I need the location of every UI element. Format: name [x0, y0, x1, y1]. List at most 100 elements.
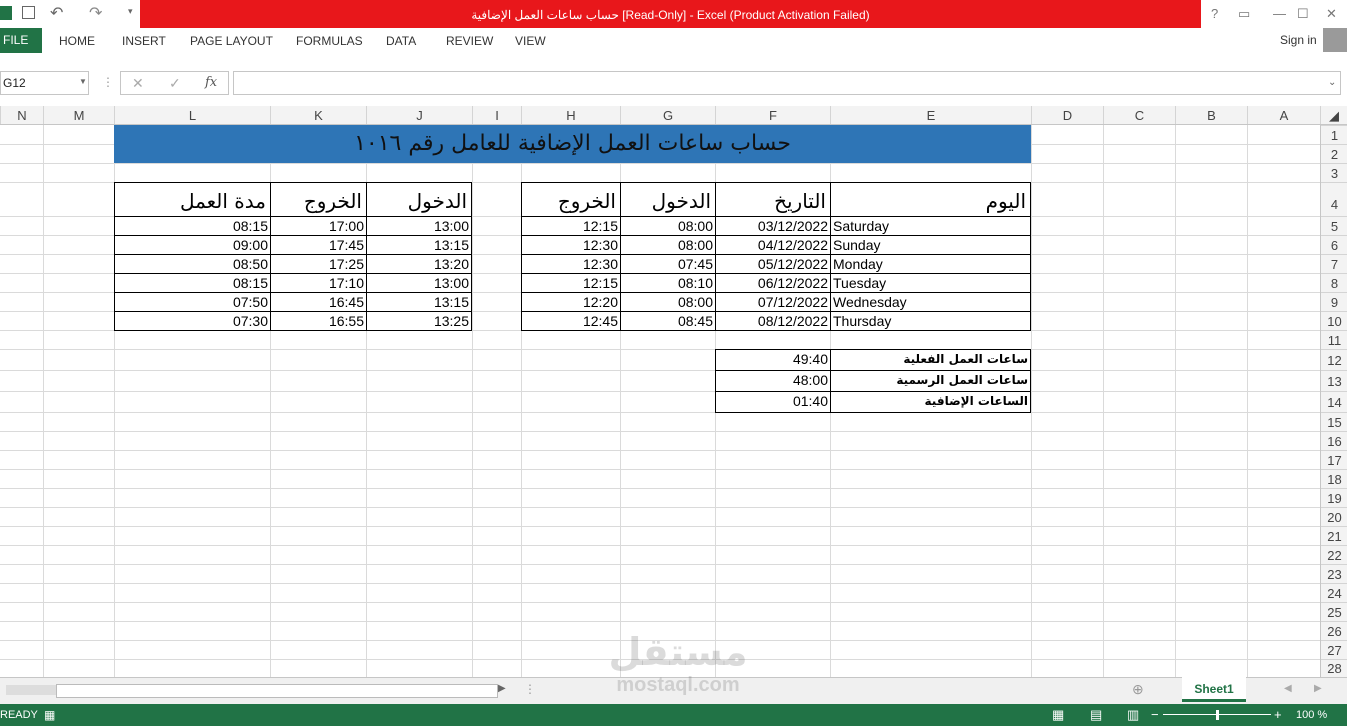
summary-value-cell[interactable]: 48:00	[715, 370, 831, 392]
row-header[interactable]: 17	[1321, 450, 1347, 469]
right-table-cell[interactable]: 08:45	[620, 311, 716, 331]
column-header-h[interactable]: H	[521, 106, 620, 124]
right-table-cell[interactable]: Tuesday	[830, 273, 1031, 293]
right-table-cell[interactable]: 08:00	[620, 292, 716, 312]
left-table-cell[interactable]: 13:00	[366, 216, 472, 236]
row-header[interactable]: 14	[1321, 391, 1347, 412]
row-header[interactable]: 24	[1321, 583, 1347, 602]
tab-file[interactable]: FILE	[0, 28, 42, 53]
row-header[interactable]: 21	[1321, 526, 1347, 545]
right-table-cell[interactable]: Monday	[830, 254, 1031, 274]
row-header[interactable]: 3	[1321, 163, 1347, 182]
row-header[interactable]: 9	[1321, 292, 1347, 311]
right-table-cell[interactable]: 12:20	[521, 292, 621, 312]
next-sheet-icon[interactable]: ▶	[1314, 683, 1322, 694]
tab-data[interactable]: DATA	[386, 34, 416, 48]
left-table-cell[interactable]: 08:15	[114, 273, 271, 293]
row-header[interactable]: 7	[1321, 254, 1347, 273]
right-table-cell[interactable]: 03/12/2022	[715, 216, 831, 236]
row-header[interactable]: 23	[1321, 564, 1347, 583]
left-table-cell[interactable]: 17:45	[270, 235, 367, 255]
zoom-out-icon[interactable]: −	[1151, 704, 1159, 726]
insert-function-icon[interactable]: fx	[205, 75, 217, 90]
column-header-f[interactable]: F	[715, 106, 830, 124]
left-table-cell[interactable]: 07:30	[114, 311, 271, 331]
help-button[interactable]: ?	[1211, 6, 1218, 21]
normal-view-icon[interactable]: ▦	[1052, 704, 1064, 726]
column-header-g[interactable]: G	[620, 106, 715, 124]
sheet-nav-area[interactable]	[6, 685, 56, 695]
right-table-cell[interactable]: 04/12/2022	[715, 235, 831, 255]
splitter-icon[interactable]: ⋮	[524, 682, 536, 696]
row-header[interactable]: 19	[1321, 488, 1347, 507]
row-header[interactable]: 26	[1321, 621, 1347, 640]
summary-label-cell[interactable]: ساعات العمل الفعلية	[830, 349, 1031, 371]
scroll-right-icon[interactable]: ▶	[498, 683, 506, 694]
left-table-cell[interactable]: 17:00	[270, 216, 367, 236]
sheet-tab-sheet1[interactable]: Sheet1	[1182, 677, 1246, 702]
right-table-cell[interactable]: 08:00	[620, 216, 716, 236]
left-table-cell[interactable]: 13:20	[366, 254, 472, 274]
close-icon[interactable]: ✕	[1326, 6, 1337, 22]
cancel-icon[interactable]: ✕	[132, 75, 144, 92]
row-header[interactable]: 20	[1321, 507, 1347, 526]
right-table-cell[interactable]: Thursday	[830, 311, 1031, 331]
left-table-cell[interactable]: 07:50	[114, 292, 271, 312]
right-table-cell[interactable]: 08/12/2022	[715, 311, 831, 331]
left-table-cell[interactable]: 16:55	[270, 311, 367, 331]
right-table-cell[interactable]: Saturday	[830, 216, 1031, 236]
sign-in-link[interactable]: Sign in	[1280, 33, 1317, 47]
row-header[interactable]: 25	[1321, 602, 1347, 621]
undo-icon[interactable]: ↶	[50, 3, 63, 23]
ribbon-display-icon[interactable]: ▭	[1238, 6, 1250, 22]
right-table-cell[interactable]: 12:30	[521, 254, 621, 274]
column-header-c[interactable]: C	[1103, 106, 1175, 124]
page-break-view-icon[interactable]: ▥	[1127, 704, 1139, 726]
left-table-header-cell[interactable]: الدخول	[366, 182, 472, 217]
tab-page-layout[interactable]: PAGE LAYOUT	[190, 34, 273, 48]
tab-home[interactable]: HOME	[59, 34, 95, 48]
row-header[interactable]: 13	[1321, 370, 1347, 391]
column-header-k[interactable]: K	[270, 106, 366, 124]
column-header-n[interactable]: N	[0, 106, 43, 124]
sheet-banner[interactable]: حساب ساعات العمل الإضافية للعامل رقم ١٠١…	[114, 125, 1031, 163]
summary-value-cell[interactable]: 49:40	[715, 349, 831, 371]
left-table-cell[interactable]: 13:00	[366, 273, 472, 293]
name-box-dropdown-icon[interactable]: ▼	[79, 77, 87, 86]
column-header-j[interactable]: J	[366, 106, 472, 124]
zoom-slider-thumb[interactable]	[1216, 710, 1219, 720]
row-header[interactable]: 5	[1321, 216, 1347, 235]
row-header[interactable]: 18	[1321, 469, 1347, 488]
right-table-cell[interactable]: 08:10	[620, 273, 716, 293]
row-header[interactable]: 12	[1321, 349, 1347, 370]
row-header[interactable]: 2	[1321, 144, 1347, 163]
tab-insert[interactable]: INSERT	[122, 34, 166, 48]
left-table-header-cell[interactable]: مدة العمل	[114, 182, 271, 217]
right-table-header-cell[interactable]: اليوم	[830, 182, 1031, 217]
summary-label-cell[interactable]: الساعات الإضافية	[830, 391, 1031, 413]
column-header-i[interactable]: I	[472, 106, 521, 124]
right-table-header-cell[interactable]: التاريخ	[715, 182, 831, 217]
row-header[interactable]: 4	[1321, 182, 1347, 216]
row-header[interactable]: 27	[1321, 640, 1347, 659]
right-table-cell[interactable]: 05/12/2022	[715, 254, 831, 274]
left-table-cell[interactable]: 17:25	[270, 254, 367, 274]
right-table-header-cell[interactable]: الخروج	[521, 182, 621, 217]
right-table-cell[interactable]: 12:15	[521, 216, 621, 236]
right-table-cell[interactable]: Wednesday	[830, 292, 1031, 312]
left-table-cell[interactable]: 08:15	[114, 216, 271, 236]
name-box[interactable]: G12	[0, 71, 89, 95]
macro-record-icon[interactable]: ▦	[44, 704, 55, 726]
horizontal-scrollbar[interactable]	[56, 684, 498, 698]
row-header[interactable]: 10	[1321, 311, 1347, 330]
new-sheet-icon[interactable]: ⊕	[1132, 681, 1144, 698]
column-header-l[interactable]: L	[114, 106, 270, 124]
save-icon[interactable]	[22, 6, 35, 19]
column-header-a[interactable]: A	[1247, 106, 1320, 124]
row-header[interactable]: 8	[1321, 273, 1347, 292]
summary-value-cell[interactable]: 01:40	[715, 391, 831, 413]
formula-input[interactable]	[233, 71, 1341, 95]
zoom-in-icon[interactable]: +	[1274, 704, 1282, 726]
enter-icon[interactable]: ✓	[169, 75, 181, 92]
left-table-cell[interactable]: 13:15	[366, 292, 472, 312]
